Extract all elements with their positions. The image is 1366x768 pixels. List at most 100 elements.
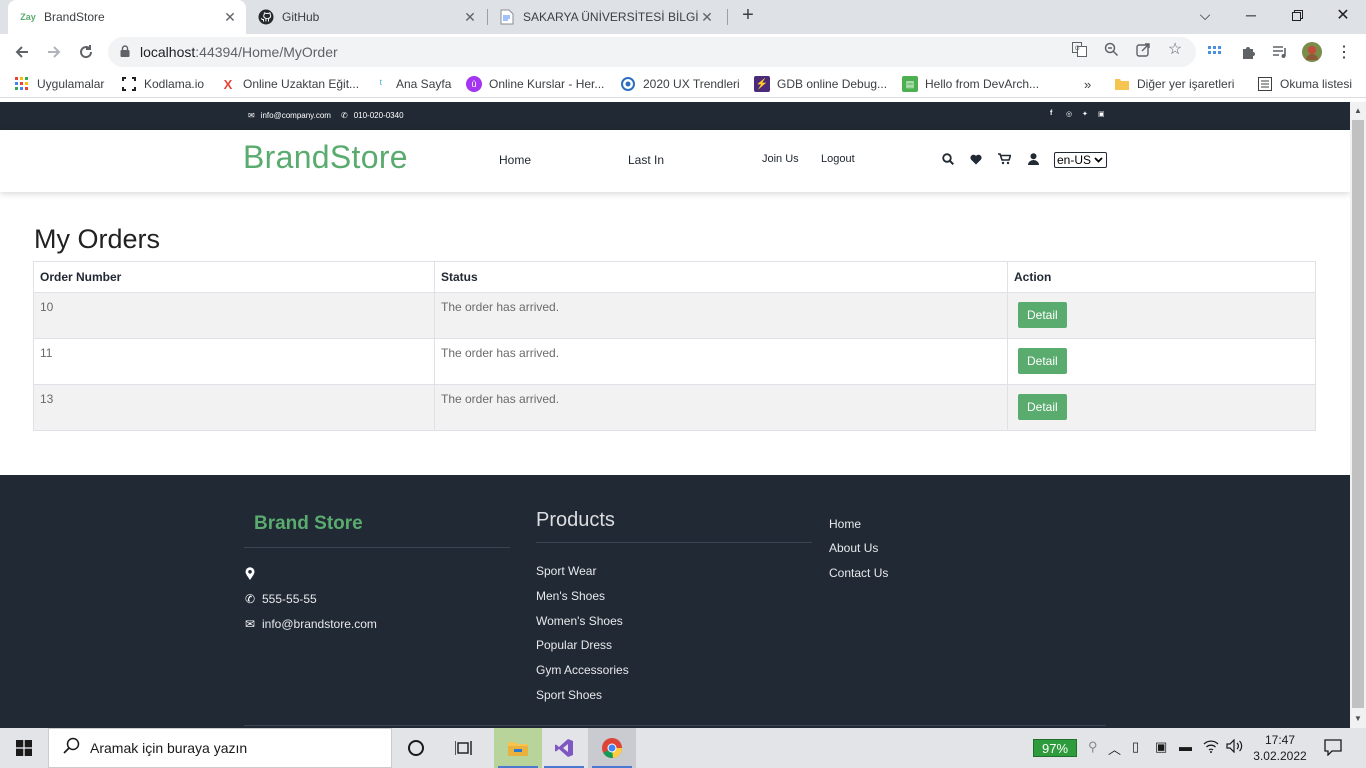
footer-link-contact[interactable]: Contact Us [829, 566, 888, 580]
windows-start-icon[interactable] [0, 728, 48, 768]
reload-icon[interactable] [72, 39, 100, 65]
footer-divider [536, 542, 812, 543]
volume-icon[interactable] [1226, 738, 1244, 756]
table-row: 11 The order has arrived. Detail [33, 338, 1316, 385]
media-control-icon[interactable] [1270, 42, 1290, 62]
nav-home[interactable]: Home [499, 153, 531, 167]
reading-list[interactable]: Okuma listesi [1257, 75, 1352, 93]
topbar-email[interactable]: ✉ info@company.com [248, 111, 331, 120]
page-scrollbar[interactable]: ▲ ▼ [1350, 102, 1366, 728]
tab-brandstore[interactable]: Zay BrandStore ✕ [8, 0, 246, 34]
user-icon[interactable] [1026, 152, 1040, 166]
battery-indicator[interactable]: 97% [1033, 739, 1077, 757]
tab-github[interactable]: GitHub ✕ [246, 0, 486, 34]
footer-product-link[interactable]: Popular Dress [536, 638, 612, 652]
tab-sakarya[interactable]: SAKARYA ÜNİVERSİTESİ BİLGİ SİS ✕ [487, 0, 727, 34]
nav-last-in[interactable]: Last In [628, 153, 664, 167]
facebook-icon[interactable]: f [1050, 110, 1052, 117]
bookmark-ana-sayfa[interactable]: ᵗ Ana Sayfa [373, 75, 452, 93]
close-tab-icon[interactable]: ✕ [699, 9, 715, 26]
table-header-row: Order Number Status Action [33, 261, 1316, 293]
bookmark-online-uzaktan[interactable]: X Online Uzaktan Eğit... [220, 75, 359, 93]
bookmark-ux-trendleri[interactable]: 2020 UX Trendleri [620, 75, 740, 93]
zoom-icon[interactable] [1103, 41, 1119, 57]
scroll-down-arrow-icon[interactable]: ▼ [1354, 714, 1362, 723]
bookmarks-overflow-chevron-icon[interactable]: » [1084, 75, 1091, 93]
nav-logout[interactable]: Logout [821, 153, 855, 165]
battery-tray-icon[interactable]: ▬ [1179, 739, 1192, 754]
bookmark-kodlama[interactable]: Kodlama.io [121, 75, 204, 93]
footer-product-link[interactable]: Sport Wear [536, 564, 596, 578]
device-icon[interactable]: ▯ [1132, 739, 1139, 755]
bookmark-other[interactable]: Diğer yer işaretleri [1114, 75, 1234, 93]
topbar-phone[interactable]: ✆ 010-020-0340 [341, 111, 404, 120]
detail-button[interactable]: Detail [1018, 302, 1067, 328]
twitter-icon[interactable]: ✦ [1082, 110, 1088, 118]
site-logo[interactable]: BrandStore [243, 139, 408, 176]
footer-link-home[interactable]: Home [829, 517, 861, 531]
back-arrow-icon[interactable] [8, 39, 36, 65]
footer-product-link[interactable]: Gym Accessories [536, 663, 629, 677]
nav-join-us[interactable]: Join Us [762, 153, 799, 165]
scrollbar-thumb[interactable] [1352, 120, 1364, 708]
bookmark-label: Online Uzaktan Eğit... [243, 77, 360, 91]
folder-icon [1114, 76, 1130, 92]
udemy-icon: û [466, 76, 482, 92]
restore-button[interactable] [1274, 0, 1320, 30]
tab-search-chevron-icon[interactable]: ⌵ [1182, 0, 1228, 30]
order-action-cell: Detail [1007, 384, 1316, 431]
footer-email[interactable]: ✉ info@brandstore.com [244, 617, 377, 631]
cortana-icon[interactable] [392, 728, 440, 768]
bookmark-devarch[interactable]: ▤ Hello from DevArch... [902, 75, 1039, 93]
linkedin-icon[interactable]: ▣ [1098, 110, 1105, 118]
footer-product-link[interactable]: Men's Shoes [536, 589, 605, 603]
taskbar-clock[interactable]: 17:47 3.02.2022 [1252, 732, 1308, 764]
bookmark-label: Online Kurslar - Her... [489, 77, 605, 91]
taskbar-search-box[interactable]: Aramak için buraya yazın [48, 728, 392, 768]
plug-icon[interactable]: ⚲ [1088, 739, 1098, 755]
instagram-icon[interactable]: ◎ [1066, 110, 1072, 118]
chrome-icon[interactable] [588, 728, 636, 768]
footer-email-text: info@brandstore.com [262, 617, 377, 631]
bookmark-gdb[interactable]: ⚡ GDB online Debug... [754, 75, 887, 93]
file-explorer-icon[interactable] [494, 728, 542, 768]
close-tab-icon[interactable]: ✕ [222, 9, 238, 26]
bookmark-star-icon[interactable]: ☆ [1167, 41, 1183, 58]
apps-grid-extension-icon[interactable] [1206, 42, 1226, 62]
footer-product-link[interactable]: Sport Shoes [536, 688, 602, 702]
phone-icon: ✆ [341, 111, 348, 120]
minimize-button[interactable]: ─ [1228, 0, 1274, 30]
detail-button[interactable]: Detail [1018, 348, 1067, 374]
close-tab-icon[interactable]: ✕ [462, 9, 478, 26]
share-icon[interactable] [1135, 41, 1151, 57]
scroll-up-arrow-icon[interactable]: ▲ [1354, 106, 1362, 115]
wifi-icon[interactable] [1203, 739, 1219, 756]
new-tab-button[interactable]: + [734, 0, 762, 30]
footer-product-link[interactable]: Women's Shoes [536, 614, 623, 628]
close-window-button[interactable]: ✕ [1320, 0, 1366, 30]
column-header-status: Status [434, 261, 1008, 293]
task-manager-icon[interactable]: ▣ [1155, 739, 1167, 755]
lock-icon[interactable] [120, 44, 130, 60]
footer-phone[interactable]: ✆ 555-55-55 [244, 592, 317, 606]
notifications-icon[interactable] [1324, 738, 1342, 759]
translate-icon[interactable]: G [1071, 41, 1087, 57]
forward-arrow-icon[interactable] [40, 39, 68, 65]
profile-avatar[interactable] [1302, 42, 1322, 62]
extensions-puzzle-icon[interactable] [1238, 42, 1258, 62]
heart-icon[interactable] [969, 152, 983, 166]
search-icon[interactable] [941, 152, 955, 166]
visual-studio-icon[interactable] [540, 728, 588, 768]
cart-icon[interactable] [997, 152, 1011, 166]
chrome-menu-icon[interactable]: ⋮ [1334, 42, 1354, 62]
tray-expand-chevron-icon[interactable]: ︿ [1108, 739, 1121, 758]
detail-button[interactable]: Detail [1018, 394, 1067, 420]
bookmark-apps[interactable]: Uygulamalar [14, 75, 104, 93]
map-marker-icon [244, 567, 256, 580]
language-select[interactable]: en-US [1054, 152, 1107, 168]
page-title: My Orders [34, 224, 161, 254]
task-view-icon[interactable] [440, 728, 488, 768]
bookmark-online-kurslar[interactable]: û Online Kurslar - Her... [466, 75, 604, 93]
footer-link-about[interactable]: About Us [829, 541, 878, 555]
address-bar[interactable]: localhost:44394/Home/MyOrder [108, 37, 1196, 67]
